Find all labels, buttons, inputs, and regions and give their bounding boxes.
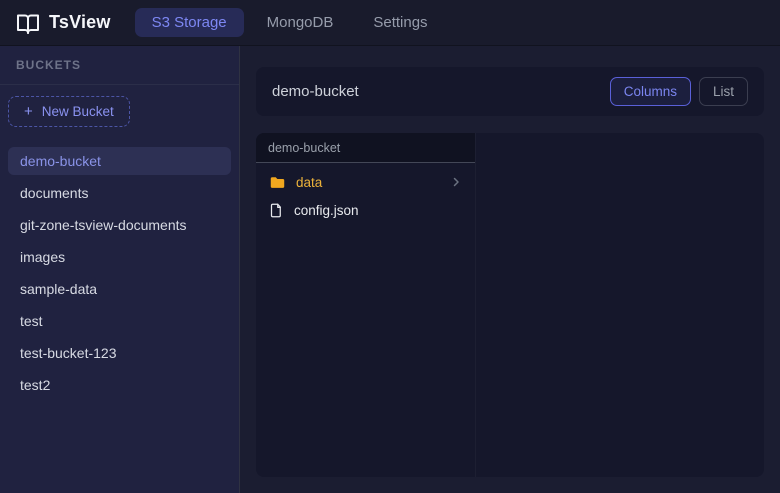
bucket-item-demo-bucket[interactable]: demo-bucket — [8, 147, 231, 175]
buckets-section-title: BUCKETS — [0, 46, 239, 85]
tab-settings[interactable]: Settings — [356, 8, 444, 37]
app-header: TsView S3 Storage MongoDB Settings — [0, 0, 780, 46]
new-bucket-label: New Bucket — [42, 104, 114, 119]
list-view-button[interactable]: List — [699, 77, 748, 106]
bucket-title: demo-bucket — [272, 83, 359, 100]
plus-icon: + — [24, 104, 33, 119]
column-demo-bucket: demo-bucket data — [256, 133, 476, 477]
bucket-toolbar: demo-bucket Columns List — [256, 67, 764, 116]
new-bucket-button[interactable]: + New Bucket — [8, 96, 130, 127]
columns-view-button[interactable]: Columns — [610, 77, 691, 106]
entry-data-folder[interactable]: data — [260, 168, 471, 196]
open-book-icon — [16, 11, 40, 35]
view-toggle: Columns List — [610, 77, 748, 106]
bucket-item-test[interactable]: test — [8, 307, 231, 335]
bucket-item-documents[interactable]: documents — [8, 179, 231, 207]
tab-s3-storage[interactable]: S3 Storage — [135, 8, 244, 37]
tab-mongodb[interactable]: MongoDB — [250, 8, 351, 37]
bucket-item-images[interactable]: images — [8, 243, 231, 271]
file-icon — [269, 202, 284, 219]
main-panel: demo-bucket Columns List demo-bucket da — [240, 46, 780, 493]
bucket-item-test2[interactable]: test2 — [8, 371, 231, 399]
bucket-item-git-zone-tsview-documents[interactable]: git-zone-tsview-documents — [8, 211, 231, 239]
entry-config-json-file[interactable]: config.json — [260, 196, 471, 224]
app-logo: TsView — [16, 11, 111, 35]
app-title: TsView — [49, 12, 111, 33]
bucket-list: demo-bucket documents git-zone-tsview-do… — [0, 147, 239, 399]
buckets-sidebar: BUCKETS + New Bucket demo-bucket documen… — [0, 46, 240, 493]
column-view: demo-bucket data — [256, 133, 764, 477]
bucket-item-sample-data[interactable]: sample-data — [8, 275, 231, 303]
column-header: demo-bucket — [256, 133, 475, 163]
folder-icon — [269, 174, 286, 191]
bucket-item-test-bucket-123[interactable]: test-bucket-123 — [8, 339, 231, 367]
chevron-right-icon — [450, 176, 462, 188]
entry-label: data — [296, 175, 322, 190]
main-nav: S3 Storage MongoDB Settings — [135, 8, 445, 37]
entry-label: config.json — [294, 203, 359, 218]
